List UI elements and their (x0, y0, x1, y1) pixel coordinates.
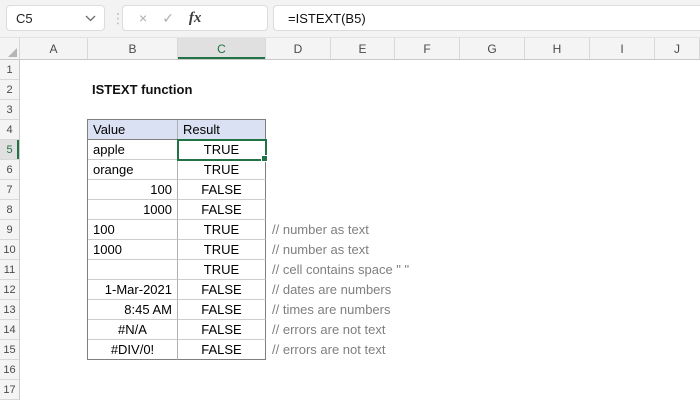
comment-row-10: // number as text (272, 242, 369, 257)
cell-B7[interactable]: 100 (88, 180, 178, 200)
cell-C5[interactable]: TRUE (178, 140, 266, 160)
column-header-H[interactable]: H (525, 38, 590, 59)
name-box[interactable]: C5 (6, 5, 105, 31)
formula-bar-area: C5 ⋮ × ✓ fx =ISTEXT(B5) (0, 0, 700, 38)
cell-B12[interactable]: 1-Mar-2021 (88, 280, 178, 300)
formula-buttons-group: × ✓ fx (122, 5, 268, 31)
cell-B11[interactable] (88, 260, 178, 280)
column-header-B[interactable]: B (88, 38, 178, 59)
column-header-row: ABCDEFGHIJ (0, 38, 700, 60)
cell-C7[interactable]: FALSE (178, 180, 266, 200)
column-header-I[interactable]: I (590, 38, 655, 59)
cell-B6[interactable]: orange (88, 160, 178, 180)
select-all-triangle-icon (8, 48, 17, 57)
enter-icon[interactable]: ✓ (162, 10, 174, 27)
cell-C11[interactable]: TRUE (178, 260, 266, 280)
cell-B13[interactable]: 8:45 AM (88, 300, 178, 320)
cell-B14[interactable]: #N/A (88, 320, 178, 340)
cell-C6[interactable]: TRUE (178, 160, 266, 180)
cell-B5[interactable]: apple (88, 140, 178, 160)
row-header-2[interactable]: 2 (0, 80, 19, 100)
row-header-16[interactable]: 16 (0, 360, 19, 380)
cell-C9[interactable]: TRUE (178, 220, 266, 240)
row-header-10[interactable]: 10 (0, 240, 19, 260)
row-header-7[interactable]: 7 (0, 180, 19, 200)
comment-row-13: // times are numbers (272, 302, 391, 317)
row-header-11[interactable]: 11 (0, 260, 19, 280)
row-header-4[interactable]: 4 (0, 120, 19, 140)
comment-row-12: // dates are numbers (272, 282, 392, 297)
select-all-button[interactable] (0, 38, 20, 59)
comment-row-11: // cell contains space " " (272, 262, 410, 277)
formula-input[interactable]: =ISTEXT(B5) (273, 5, 700, 31)
cell-B15[interactable]: #DIV/0! (88, 340, 178, 360)
column-header-A[interactable]: A (20, 38, 88, 59)
cell-B10[interactable]: 1000 (88, 240, 178, 260)
row-header-12[interactable]: 12 (0, 280, 19, 300)
row-header-13[interactable]: 13 (0, 300, 19, 320)
cancel-icon[interactable]: × (139, 10, 147, 26)
row-header-3[interactable]: 3 (0, 100, 19, 120)
excel-window: C5 ⋮ × ✓ fx =ISTEXT(B5) ABCDEFGHIJ 12345… (0, 0, 700, 400)
row-header-17[interactable]: 17 (0, 380, 19, 400)
insert-function-icon[interactable]: fx (189, 10, 202, 27)
row-header-8[interactable]: 8 (0, 200, 19, 220)
cell-C10[interactable]: TRUE (178, 240, 266, 260)
column-header-F[interactable]: F (395, 38, 460, 59)
column-header-D[interactable]: D (266, 38, 331, 59)
data-table: Value Result apple TRUE orange TRUE 100 FALSE 10… (87, 119, 266, 360)
sheet-canvas[interactable]: ISTEXT function Value Result apple TRUE oran… (20, 60, 700, 400)
comment-row-14: // errors are not text (272, 322, 386, 337)
cell-C13[interactable]: FALSE (178, 300, 266, 320)
cell-B9[interactable]: 100 (88, 220, 178, 240)
column-header-C[interactable]: C (178, 38, 266, 59)
row-header-5[interactable]: 5 (0, 140, 19, 160)
formula-text: =ISTEXT(B5) (288, 10, 366, 26)
comment-row-15: // errors are not text (272, 342, 386, 357)
row-header-1[interactable]: 1 (0, 60, 19, 80)
worksheet-title: ISTEXT function (92, 82, 193, 97)
comment-row-9: // number as text (272, 222, 369, 237)
table-header-result[interactable]: Result (178, 120, 266, 140)
column-header-G[interactable]: G (460, 38, 525, 59)
cell-C8[interactable]: FALSE (178, 200, 266, 220)
row-header-14[interactable]: 14 (0, 320, 19, 340)
sheet-body: 1 2 3 4 5 6 7 8 9 10 11 12 13 14 15 16 17 ISTEXT functio… (0, 60, 700, 400)
row-header-6[interactable]: 6 (0, 160, 19, 180)
column-header-E[interactable]: E (331, 38, 395, 59)
row-header-15[interactable]: 15 (0, 340, 19, 360)
cell-C14[interactable]: FALSE (178, 320, 266, 340)
cell-C15[interactable]: FALSE (178, 340, 266, 360)
row-header-column: 1 2 3 4 5 6 7 8 9 10 11 12 13 14 15 16 17 (0, 60, 20, 400)
table-header-value[interactable]: Value (88, 120, 178, 140)
cell-B8[interactable]: 1000 (88, 200, 178, 220)
column-headers: ABCDEFGHIJ (20, 38, 700, 59)
column-header-J[interactable]: J (655, 38, 700, 59)
name-box-value: C5 (16, 10, 33, 26)
cell-C12[interactable]: FALSE (178, 280, 266, 300)
chevron-down-icon[interactable] (85, 15, 96, 22)
row-header-9[interactable]: 9 (0, 220, 19, 240)
